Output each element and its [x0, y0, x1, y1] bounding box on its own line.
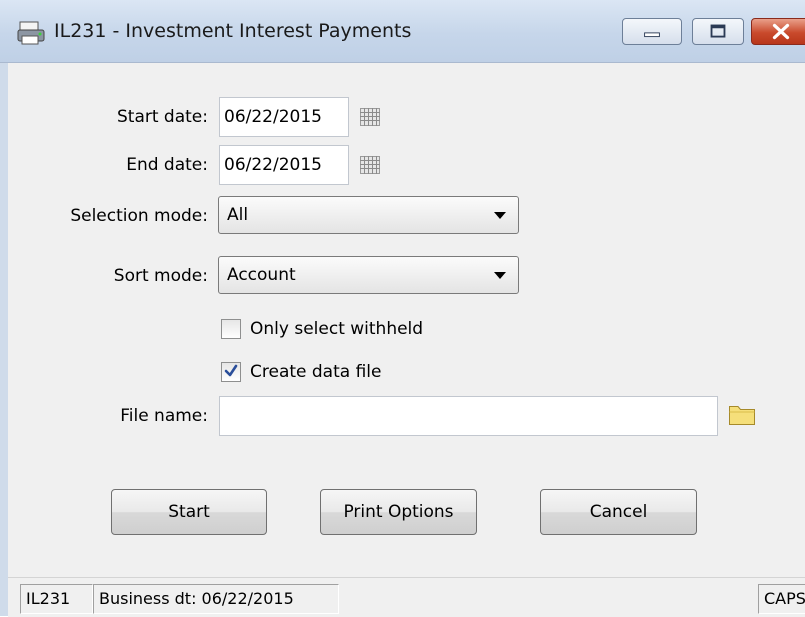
status-program: IL231: [20, 584, 93, 614]
minimize-icon: [644, 32, 660, 38]
selection-mode-label: Selection mode:: [70, 206, 208, 226]
sort-mode-label: Sort mode:: [113, 266, 208, 286]
dialog-window: IL231 - Investment Interest Payments Sta…: [0, 0, 805, 617]
end-date-label: End date:: [126, 155, 208, 175]
only-select-withheld-label[interactable]: Only select withheld: [250, 319, 423, 339]
end-date-input[interactable]: 06/22/2015: [219, 145, 349, 185]
printer-icon: [17, 21, 45, 45]
calendar-icon[interactable]: [360, 108, 380, 126]
status-business-date: Business dt: 06/22/2015: [93, 584, 339, 614]
sort-mode-value: Account: [227, 265, 296, 285]
minimize-button[interactable]: [622, 18, 682, 45]
window-title: IL231 - Investment Interest Payments: [54, 20, 412, 42]
cancel-button[interactable]: Cancel: [540, 489, 697, 535]
close-button[interactable]: [751, 18, 805, 45]
only-select-withheld-checkbox[interactable]: [221, 319, 241, 339]
title-bar[interactable]: IL231 - Investment Interest Payments: [0, 0, 805, 63]
start-date-input[interactable]: 06/22/2015: [219, 97, 349, 137]
file-name-label: File name:: [120, 406, 208, 426]
chevron-down-icon: [494, 272, 506, 279]
status-bar: IL231 Business dt: 06/22/2015 CAPS: [8, 577, 805, 617]
close-icon: [772, 23, 790, 40]
checkmark-icon: [224, 364, 238, 377]
start-date-label: Start date:: [117, 107, 208, 127]
create-data-file-label[interactable]: Create data file: [250, 362, 381, 382]
maximize-icon: [710, 24, 726, 38]
create-data-file-checkbox[interactable]: [221, 362, 241, 382]
folder-icon[interactable]: [728, 402, 756, 426]
calendar-icon[interactable]: [360, 156, 380, 174]
selection-mode-value: All: [227, 205, 249, 225]
window-left-edge: [0, 0, 8, 616]
selection-mode-select[interactable]: All: [218, 196, 519, 234]
print-options-button[interactable]: Print Options: [320, 489, 477, 535]
maximize-button[interactable]: [692, 18, 744, 45]
sort-mode-select[interactable]: Account: [218, 256, 519, 294]
chevron-down-icon: [494, 212, 506, 219]
start-button[interactable]: Start: [111, 489, 267, 535]
status-caps: CAPS: [758, 584, 805, 614]
file-name-input[interactable]: [219, 396, 718, 436]
